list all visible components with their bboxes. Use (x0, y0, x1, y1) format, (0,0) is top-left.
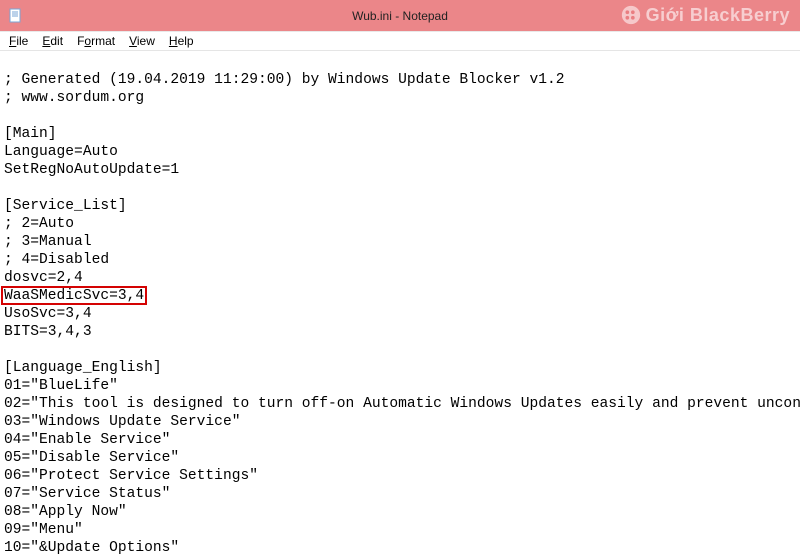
menu-help[interactable]: Help (162, 33, 201, 49)
window-title: Wub.ini - Notepad (352, 9, 448, 23)
text-line: 03="Windows Update Service" (4, 413, 796, 431)
text-line: UsoSvc=3,4 (4, 305, 796, 323)
text-line: 02="This tool is designed to turn off-on… (4, 395, 796, 413)
menu-format[interactable]: Format (70, 33, 122, 49)
watermark: Giới BlackBerry (620, 4, 790, 26)
text-line (4, 107, 796, 125)
text-line: 09="Menu" (4, 521, 796, 539)
text-line: ; Generated (19.04.2019 11:29:00) by Win… (4, 71, 796, 89)
text-line: 07="Service Status" (4, 485, 796, 503)
menu-edit[interactable]: Edit (35, 33, 70, 49)
text-line: 06="Protect Service Settings" (4, 467, 796, 485)
text-line: ; 3=Manual (4, 233, 796, 251)
text-line: 05="Disable Service" (4, 449, 796, 467)
text-line: ; www.sordum.org (4, 89, 796, 107)
editor-content[interactable]: ; Generated (19.04.2019 11:29:00) by Win… (0, 51, 800, 559)
notepad-icon (8, 8, 24, 24)
text-line: dosvc=2,4 (4, 269, 796, 287)
text-line: [Service_List] (4, 197, 796, 215)
text-line: 10="&Update Options" (4, 539, 796, 557)
text-line: ; 2=Auto (4, 215, 796, 233)
text-line: 04="Enable Service" (4, 431, 796, 449)
text-line: Language=Auto (4, 143, 796, 161)
watermark-icon (620, 4, 642, 26)
text-line: 01="BlueLife" (4, 377, 796, 395)
text-line (4, 341, 796, 359)
menubar: File Edit Format View Help (0, 31, 800, 51)
text-line: 08="Apply Now" (4, 503, 796, 521)
watermark-text: Giới BlackBerry (646, 5, 790, 26)
titlebar: Wub.ini - Notepad Giới BlackBerry (0, 0, 800, 31)
text-line: SetRegNoAutoUpdate=1 (4, 161, 796, 179)
text-line: WaaSMedicSvc=3,4 (4, 287, 796, 305)
text-line: ; 4=Disabled (4, 251, 796, 269)
text-line: [Main] (4, 125, 796, 143)
text-line: BITS=3,4,3 (4, 323, 796, 341)
menu-view[interactable]: View (122, 33, 162, 49)
text-line: [Language_English] (4, 359, 796, 377)
text-line (4, 179, 796, 197)
menu-file[interactable]: File (2, 33, 35, 49)
